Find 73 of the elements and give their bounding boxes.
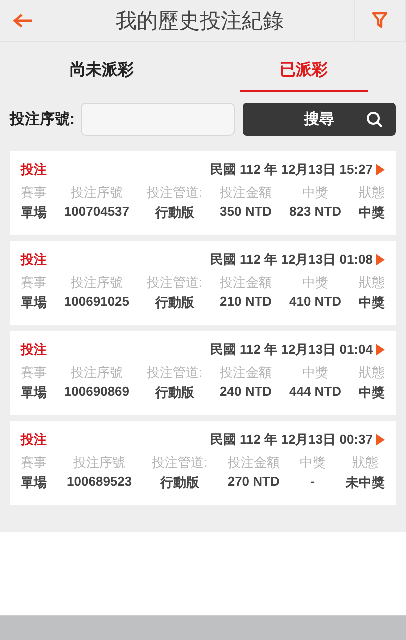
column-label: 投注金額 <box>220 274 272 292</box>
record-datetime: 民國 112 年 12月13日 00:37 <box>210 431 373 449</box>
column-value: 210 NTD <box>220 294 272 309</box>
column-value: 行動版 <box>155 384 194 402</box>
column-value: 中獎 <box>358 384 385 402</box>
record-type: 投注 <box>21 251 47 269</box>
search-label: 投注序號: <box>10 110 75 128</box>
play-arrow-icon <box>376 344 385 356</box>
record-card[interactable]: 投注 民國 112 年 12月13日 15:27 賽事 單場 投注序號 100704537 投注管道: 行動版 投注金額 350 NTD 中獎 823 NTD 狀態 中獎 <box>10 151 396 235</box>
column-value: 823 NTD <box>289 204 342 219</box>
serial-input-field[interactable] <box>81 102 235 136</box>
column-value: 100690869 <box>64 384 130 399</box>
column-label: 投注管道: <box>146 184 203 202</box>
column-label: 中獎 <box>302 184 328 202</box>
column-label: 投注金額 <box>220 364 272 382</box>
column-label: 賽事 <box>21 274 47 292</box>
record-type: 投注 <box>21 431 47 449</box>
play-arrow-icon <box>376 164 385 176</box>
back-arrow-icon <box>13 12 33 28</box>
column-label: 投注金額 <box>220 184 272 202</box>
search-icon <box>366 110 384 128</box>
column-value: 中獎 <box>358 204 385 222</box>
search-button[interactable]: 搜尋 <box>243 102 396 136</box>
column-label: 投注序號 <box>70 184 123 202</box>
column-value: 單場 <box>21 384 47 402</box>
record-datetime: 民國 112 年 12月13日 01:04 <box>210 341 373 359</box>
column-value: 410 NTD <box>289 294 342 309</box>
column-value: - <box>310 474 316 489</box>
record-card[interactable]: 投注 民國 112 年 12月13日 01:04 賽事 單場 投注序號 100690869 投注管道: 行動版 投注金額 240 NTD 中獎 444 NTD 狀態 中獎 <box>10 331 396 415</box>
column-label: 投注序號 <box>74 454 126 472</box>
column-value: 100704537 <box>64 204 130 219</box>
column-value: 270 NTD <box>228 474 280 489</box>
column-value: 行動版 <box>155 204 194 222</box>
column-value: 444 NTD <box>289 384 342 399</box>
column-label: 投注序號 <box>70 274 123 292</box>
play-arrow-icon <box>376 254 385 266</box>
column-value: 100691025 <box>64 294 130 309</box>
record-card[interactable]: 投注 民國 112 年 12月13日 01:08 賽事 單場 投注序號 100691025 投注管道: 行動版 投注金額 210 NTD 中獎 410 NTD 狀態 中獎 <box>10 241 396 325</box>
column-value: 行動版 <box>160 474 200 492</box>
record-type: 投注 <box>21 161 47 179</box>
record-datetime: 民國 112 年 12月13日 01:08 <box>210 251 373 269</box>
column-value: 中獎 <box>358 294 385 312</box>
column-value: 單場 <box>21 474 47 492</box>
column-value: 行動版 <box>155 294 194 312</box>
record-type: 投注 <box>21 341 47 359</box>
column-label: 投注金額 <box>228 454 280 472</box>
play-arrow-icon <box>376 434 385 446</box>
filter-icon <box>372 12 388 29</box>
column-label: 中獎 <box>302 274 328 292</box>
column-value: 單場 <box>21 204 47 222</box>
column-value: 240 NTD <box>220 384 272 399</box>
column-label: 狀態 <box>358 274 385 292</box>
column-label: 中獎 <box>300 454 326 472</box>
column-value: 單場 <box>21 294 47 312</box>
column-label: 狀態 <box>358 184 385 202</box>
column-label: 中獎 <box>302 364 328 382</box>
column-label: 投注管道: <box>152 454 208 472</box>
column-value: 100689523 <box>67 474 132 489</box>
column-label: 投注管道: <box>146 274 203 292</box>
column-label: 狀態 <box>358 364 385 382</box>
tab[interactable]: 尚未派彩 <box>38 50 166 92</box>
column-label: 賽事 <box>21 364 47 382</box>
column-label: 賽事 <box>21 454 47 472</box>
column-value: 未中獎 <box>346 474 385 492</box>
record-card[interactable]: 投注 民國 112 年 12月13日 00:37 賽事 單場 投注序號 100689523 投注管道: 行動版 投注金額 270 NTD 中獎 - 狀態 未中獎 <box>10 421 396 505</box>
tab[interactable]: 已派彩 <box>240 50 368 92</box>
column-label: 狀態 <box>352 454 378 472</box>
column-label: 投注序號 <box>70 364 123 382</box>
page-title: 我的歷史投注紀錄 <box>115 8 285 34</box>
column-label: 投注管道: <box>146 364 203 382</box>
record-datetime: 民國 112 年 12月13日 15:27 <box>210 161 373 179</box>
column-value: 350 NTD <box>220 204 272 219</box>
column-label: 賽事 <box>21 184 47 202</box>
